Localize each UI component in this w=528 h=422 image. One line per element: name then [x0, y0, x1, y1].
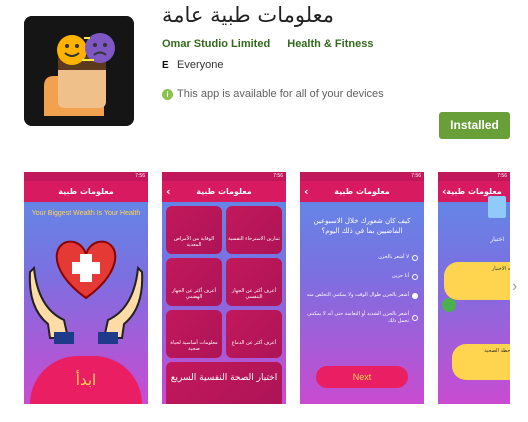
- chevron-right-icon[interactable]: ›: [512, 278, 517, 296]
- radio-icon: [412, 315, 418, 321]
- radio-icon: [412, 273, 418, 280]
- topic-tile: تمارين الاسترخاء النفسية: [226, 206, 282, 254]
- screenshot-subtitle: Your Biggest Wealth Is Your Health: [31, 210, 141, 217]
- mental-health-test-tile: اختبار الصحة النفسية السريع: [166, 362, 282, 404]
- screenshot-appbar: معلومات طبية: [24, 181, 148, 202]
- back-arrow-icon: ‹: [166, 185, 171, 198]
- screenshot-appbar: ‹ معلومات طبية: [162, 181, 286, 202]
- note-bubble: ملاحظة الصحية: [452, 344, 510, 380]
- quiz-option: أشعر بالحزن الشديد أو التعاسة حتى أنه لا…: [300, 311, 424, 325]
- topic-tile: أعرف أكثر عن الجهاز التنفسي: [226, 258, 282, 306]
- quiz-options: لا أشعر بالحزن أنا حزين أشعر بالحزن طوال…: [300, 254, 424, 325]
- installed-button[interactable]: Installed: [439, 112, 510, 139]
- screenshot-title: معلومات طبية: [196, 187, 252, 196]
- topic-tile: معلومات أساسية لحياة صحية: [166, 310, 222, 358]
- availability-text: This app is available for all of your de…: [177, 88, 384, 100]
- screenshot-appbar: ‹ معلومات طبية: [300, 181, 424, 202]
- availability-note: i This app is available for all of your …: [162, 88, 384, 100]
- status-bar: 7:56: [300, 172, 424, 181]
- result-bubble: نتيجة الاختبار: [444, 262, 510, 300]
- status-bar: 7:56: [162, 172, 286, 181]
- topic-tile: أعرف أكثر عن الدماغ: [226, 310, 282, 358]
- content-rating-label: Everyone: [177, 59, 224, 71]
- app-icon: [24, 16, 134, 126]
- clipboard-icon: [488, 196, 506, 218]
- topic-tile: أعرف أكثر عن الجهاز الهضمي: [166, 258, 222, 306]
- radio-icon: [412, 254, 418, 261]
- next-button: Next: [316, 366, 408, 388]
- quiz-option-label: أشعر بالحزن الشديد أو التعاسة حتى أنه لا…: [307, 311, 409, 324]
- screenshot-4[interactable]: 7:56 ‹ معلومات طبية اختبار نتيجة الاختبا…: [438, 172, 510, 404]
- quiz-option: أنا حزين: [300, 273, 424, 280]
- screenshot-title: معلومات طبية: [58, 187, 114, 196]
- status-bar: 7:56: [24, 172, 148, 181]
- esrb-everyone-icon: E: [162, 59, 169, 71]
- quiz-option: أشعر بالحزن طوال الوقت ولا يمكنني التخلص…: [300, 292, 424, 299]
- app-title: معلومات طبية عامة: [162, 3, 335, 27]
- back-arrow-icon: ‹: [304, 185, 309, 198]
- test-label: اختبار: [490, 236, 504, 243]
- info-icon: i: [162, 88, 173, 100]
- app-meta: Omar Studio Limited Health & Fitness: [162, 38, 387, 50]
- app-listing: معلومات طبية عامة Omar Studio Limited He…: [0, 0, 528, 422]
- heart-hands-icon: [28, 240, 144, 344]
- screenshot-2[interactable]: 7:56 ‹ معلومات طبية الوقاية من الأمراض ا…: [162, 172, 286, 404]
- screenshot-3[interactable]: 7:56 ‹ معلومات طبية كيف كان شعورك خلال ا…: [300, 172, 424, 404]
- category-link[interactable]: Health & Fitness: [287, 38, 373, 50]
- radio-selected-icon: [412, 292, 418, 299]
- mood-faces-icon: [24, 16, 134, 126]
- start-button[interactable]: ابدأ: [30, 356, 142, 404]
- screenshot-1[interactable]: 7:56 معلومات طبية Your Biggest Wealth Is…: [24, 172, 148, 404]
- back-arrow-icon: ‹: [442, 185, 447, 198]
- quiz-option-label: لا أشعر بالحزن: [378, 254, 409, 260]
- topic-grid: الوقاية من الأمراض المعدية تمارين الاستر…: [162, 202, 286, 362]
- topic-tile: الوقاية من الأمراض المعدية: [166, 206, 222, 254]
- check-icon: [442, 298, 456, 312]
- status-bar: 7:56: [438, 172, 510, 181]
- screenshot-title: معلومات طبية: [334, 187, 390, 196]
- quiz-option-label: أشعر بالحزن طوال الوقت ولا يمكنني التخلص…: [306, 292, 409, 298]
- quiz-question: كيف كان شعورك خلال الاسبوعين الماضيين بم…: [313, 217, 411, 235]
- quiz-option-label: أنا حزين: [392, 273, 409, 279]
- content-rating: E Everyone: [162, 59, 223, 71]
- screenshot-title: معلومات طبية: [446, 187, 502, 196]
- developer-link[interactable]: Omar Studio Limited: [162, 38, 270, 50]
- quiz-option: لا أشعر بالحزن: [300, 254, 424, 261]
